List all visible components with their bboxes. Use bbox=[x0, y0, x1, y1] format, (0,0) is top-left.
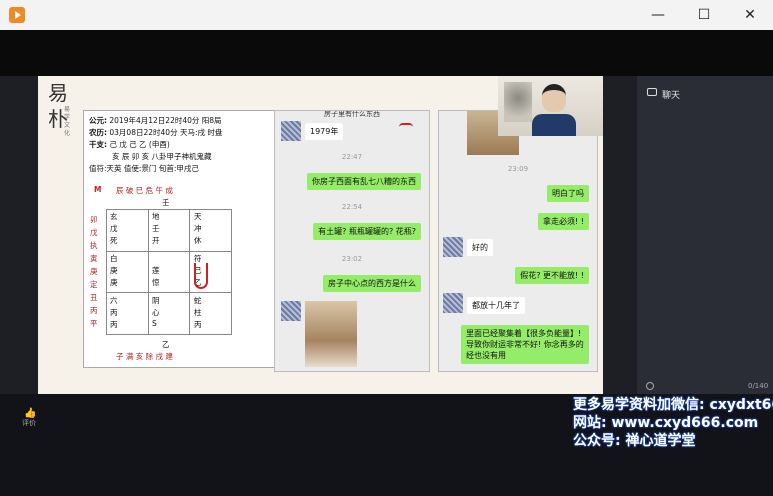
app-play-icon bbox=[9, 7, 25, 23]
chat2-msg-6: 里面已经聚集着【很多负能量】! 导致你财运非常不好! 你念再多的经也没有用 bbox=[461, 325, 589, 364]
title-bar: — ☐ ✕ bbox=[0, 0, 773, 30]
palace-cell-text: 地 bbox=[152, 212, 160, 221]
palace-cell-text: 阴 bbox=[152, 296, 160, 305]
room-photo bbox=[305, 301, 357, 367]
chat-icon bbox=[647, 88, 657, 96]
emoji-icon[interactable] bbox=[646, 382, 654, 390]
palace-cell-text: 死 bbox=[110, 236, 118, 245]
palace-cell-text: 庚 bbox=[110, 266, 118, 275]
chat1-time-3: 23:02 bbox=[341, 255, 363, 263]
zhifu-line: 值符:天英 值使:景门 旬首:甲戌己 bbox=[89, 164, 199, 173]
palace-cell-text: 惊 bbox=[152, 278, 160, 287]
gongyuan-value: 2019年4月12日22时40分 阳8局 bbox=[109, 116, 222, 125]
chart-mark: M bbox=[94, 185, 102, 194]
left-col-item: 平 bbox=[90, 319, 98, 328]
minimize-button[interactable]: — bbox=[635, 0, 681, 30]
chat2-msg-4: 假花? 更不能放! ! bbox=[515, 267, 589, 284]
ganzhi-value: 己 戊 己 乙 (申酉) bbox=[109, 140, 170, 149]
red-annotation bbox=[399, 123, 413, 131]
chat-screenshot-1: 房子里有什么东西 1979年 22:47 你房子西面有乱七八糟的东西 22:54… bbox=[274, 110, 430, 372]
palace-cell-text: 柱 bbox=[194, 308, 202, 317]
palace-cell-text: 丙 bbox=[110, 308, 118, 317]
avatar bbox=[443, 237, 463, 257]
plant-decor bbox=[504, 82, 532, 122]
palace-cell-text: 庚 bbox=[110, 278, 118, 287]
chat1-msg-2: 你房子西面有乱七八糟的东西 bbox=[307, 173, 421, 190]
logo: 易 朴 bbox=[48, 81, 68, 131]
chat1-header: 房子里有什么东西 bbox=[324, 110, 380, 118]
qimen-chart: 公元: 2019年4月12日22时40分 阳8局 农历: 03月08日22时40… bbox=[83, 110, 305, 368]
char-counter: 0/140 bbox=[748, 382, 769, 390]
red-annotation bbox=[194, 263, 208, 289]
chat2-msg-5: 都放十几年了 bbox=[467, 297, 525, 314]
promo-line-1: 更多易学资料加微信: cxydxt66 ( bbox=[573, 397, 773, 413]
ganzhi-branches: 亥 辰 卯 亥 八卦甲子神机鬼藏 bbox=[112, 152, 212, 161]
avatar bbox=[281, 121, 301, 141]
palace-cell-text: 六 bbox=[110, 296, 118, 305]
chat2-msg-2: 拿走必须! ! bbox=[538, 213, 589, 230]
chat-tab[interactable]: 聊天 bbox=[662, 88, 680, 101]
close-button[interactable]: ✕ bbox=[727, 0, 773, 30]
palace-cell-text: 丙 bbox=[110, 320, 118, 329]
palace-cell-text: 冲 bbox=[194, 224, 202, 233]
chat-panel bbox=[637, 76, 773, 394]
maximize-button[interactable]: ☐ bbox=[681, 0, 727, 30]
nongli-value: 03月08日22时40分 天马:戌 时盘 bbox=[109, 128, 223, 137]
left-col-item: 定 bbox=[90, 280, 98, 289]
presentation-slide: 易 朴 易学文化 公元: 2019年4月12日22时40分 阳8局 农历: 03… bbox=[38, 76, 603, 394]
bottom-center-stem: 乙 bbox=[162, 340, 170, 349]
left-col-item: 卯 bbox=[90, 215, 98, 224]
presenter-body bbox=[532, 114, 576, 136]
presenter-face bbox=[542, 84, 566, 112]
chat1-time-2: 22:54 bbox=[341, 203, 363, 211]
bottom-row: 子 满 亥 除 戌 建 bbox=[116, 352, 173, 361]
palace-cell-text: 壬 bbox=[152, 224, 160, 233]
left-col-item: 庚 bbox=[90, 267, 98, 276]
chat1-msg-1: 1979年 bbox=[305, 123, 344, 140]
top-center-stem: 壬 bbox=[162, 198, 170, 207]
left-col-item: 丑 bbox=[90, 293, 98, 302]
chat2-msg-3: 好的 bbox=[467, 239, 493, 256]
palace-cell-text: 莲 bbox=[152, 266, 160, 275]
palace-cell-text: 蛇 bbox=[194, 296, 202, 305]
chat1-msg-4: 房子中心点的西方是什么 bbox=[323, 275, 421, 292]
chat2-msg-1: 明白了吗 bbox=[547, 185, 589, 202]
top-row: 辰 破 巳 危 午 成 bbox=[116, 186, 173, 195]
logo-subtitle: 易学文化 bbox=[64, 106, 71, 137]
webcam-feed bbox=[498, 76, 603, 136]
avatar bbox=[443, 293, 463, 313]
palace-cell-text: S bbox=[152, 319, 157, 328]
left-col-item: 寅 bbox=[90, 254, 98, 263]
palace-cell-text: 开 bbox=[152, 236, 160, 245]
palace-cell-text: 白 bbox=[110, 254, 118, 263]
palace-cell-text: 丙 bbox=[194, 320, 202, 329]
palace-cell-text: 玄 bbox=[110, 212, 118, 221]
promo-overlay: 更多易学资料加微信: cxydxt66 ( 网站: www.cxyd666.co… bbox=[573, 396, 773, 450]
chat-screenshot-2: 23:09 明白了吗 拿走必须! ! 好的 假花? 更不能放! ! 都放十几年了… bbox=[438, 110, 598, 372]
label-nongli: 农历: bbox=[89, 128, 107, 137]
promo-line-2: 网站: www.cxyd666.com bbox=[573, 415, 759, 431]
left-column: 卯戊执寅庚定丑丙平 bbox=[90, 213, 100, 330]
palace-cell-text: 戊 bbox=[110, 224, 118, 233]
rate-label[interactable]: 评价 bbox=[22, 418, 36, 428]
label-gongyuan: 公元: bbox=[89, 116, 107, 125]
left-col-item: 戊 bbox=[90, 228, 98, 237]
palace-cell-text: 天 bbox=[194, 212, 202, 221]
palace-cell-text: 休 bbox=[194, 236, 202, 245]
left-col-item: 执 bbox=[90, 241, 98, 250]
palace-grid-row bbox=[106, 251, 232, 293]
chat2-time-1: 23:09 bbox=[507, 165, 529, 173]
label-ganzhi: 干支: bbox=[89, 140, 107, 149]
left-col-item: 丙 bbox=[90, 306, 98, 315]
promo-line-3: 公众号: 禅心道学堂 bbox=[573, 433, 696, 449]
palace-cell-text: 心 bbox=[152, 308, 160, 317]
avatar bbox=[281, 301, 301, 321]
chat1-msg-3: 有土罐? 瓶瓶罐罐的? 花瓶? bbox=[313, 223, 421, 240]
video-top-area bbox=[0, 30, 773, 76]
chat1-time-1: 22:47 bbox=[341, 153, 363, 161]
